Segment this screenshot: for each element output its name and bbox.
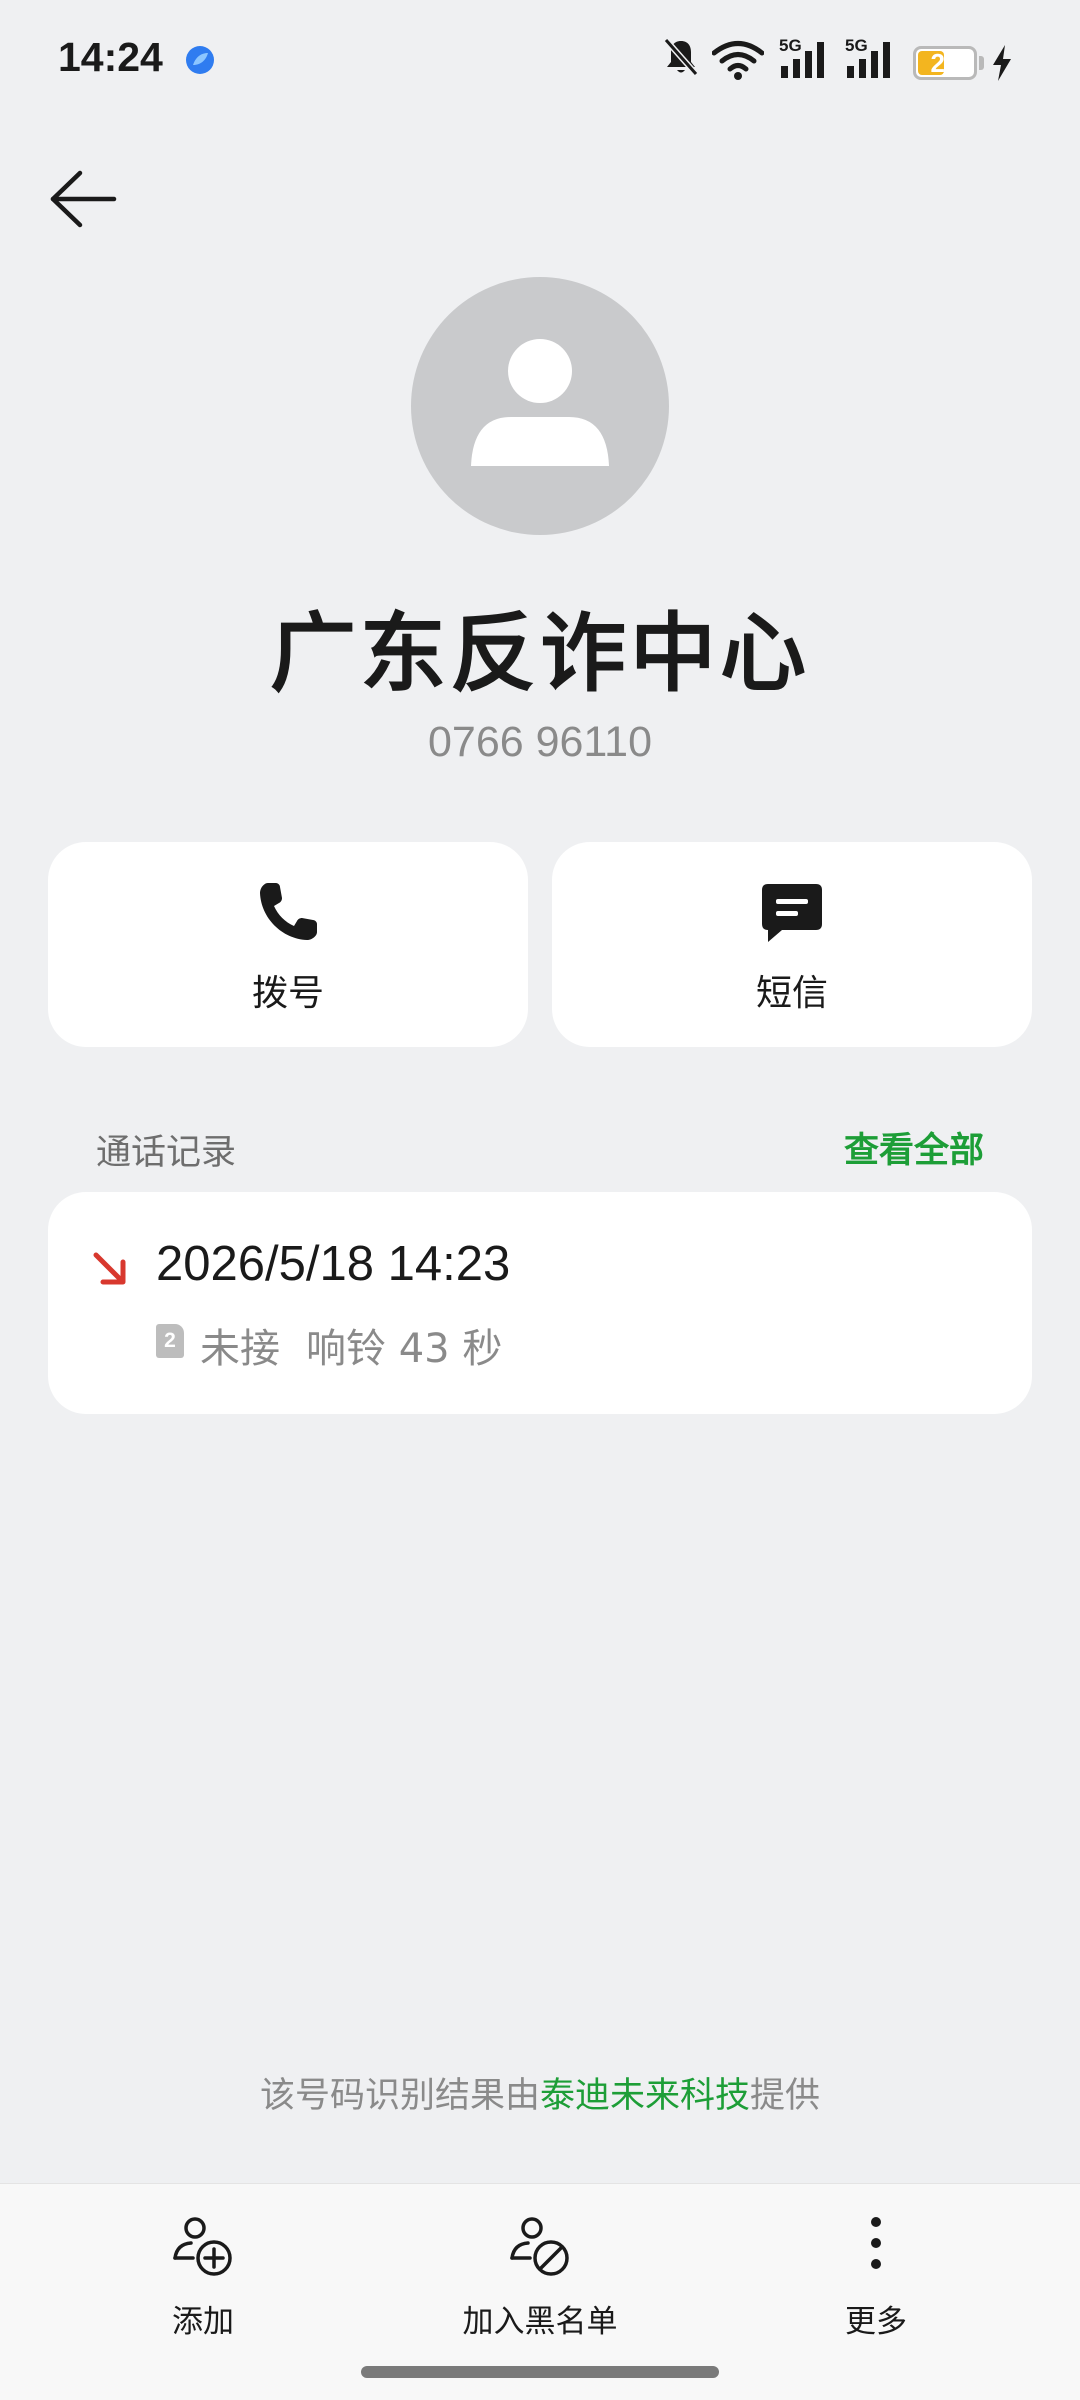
arrow-left-icon xyxy=(50,170,117,228)
sms-button[interactable]: 短信 xyxy=(552,842,1032,1047)
call-record-card[interactable]: 2026/5/18 14:23 2 未接 响铃 43 秒 xyxy=(48,1192,1032,1414)
signal-5g-icon xyxy=(847,42,890,78)
sim-card-icon: 2 xyxy=(156,1324,184,1358)
signal-5g-icon xyxy=(781,42,824,78)
mute-bell-icon xyxy=(663,38,699,76)
call-ring-duration: 响铃 43 秒 xyxy=(306,1326,503,1372)
battery-level: 23 xyxy=(930,48,960,78)
call-datetime: 2026/5/18 14:23 xyxy=(156,1237,511,1291)
contact-name: 广东反诈中心 xyxy=(270,604,810,704)
add-to-blacklist-label: 加入黑名单 xyxy=(462,2304,618,2340)
missed-call-icon xyxy=(93,1252,126,1285)
view-all-link[interactable]: 查看全部 xyxy=(844,1122,984,1173)
dial-button[interactable]: 拨号 xyxy=(48,842,528,1047)
call-detail-screen: 14:24 5G 5G 23 广东反诈中心 0766 96110 拨号 短信 通… xyxy=(0,0,1080,2400)
contact-avatar xyxy=(411,277,669,535)
battery-cap xyxy=(979,56,984,70)
app-notification-icon xyxy=(186,46,214,74)
home-indicator[interactable] xyxy=(361,2366,719,2378)
dial-label: 拨号 xyxy=(251,973,324,1014)
call-log-title: 通话记录 xyxy=(96,1133,237,1173)
attribution-suffix: 提供 xyxy=(750,2076,821,2116)
call-status: 未接 xyxy=(200,1326,280,1372)
more-button[interactable]: 更多 xyxy=(844,2214,908,2344)
sms-label: 短信 xyxy=(755,973,828,1014)
status-bar: 14:24 5G 5G 23 xyxy=(0,0,1080,120)
number-recognition-attribution: 该号码识别结果由泰迪未来科技提供 xyxy=(0,2067,1080,2118)
battery-icon: 23 xyxy=(913,46,977,80)
add-contact-button[interactable]: 添加 xyxy=(171,2214,235,2344)
person-icon xyxy=(471,339,609,466)
back-button[interactable] xyxy=(40,160,130,238)
more-vertical-icon xyxy=(871,2217,881,2269)
attribution-prefix: 该号码识别结果由 xyxy=(259,2076,540,2116)
more-label: 更多 xyxy=(845,2304,907,2340)
message-icon xyxy=(762,884,822,942)
contact-number: 0766 96110 xyxy=(428,718,652,766)
charging-icon xyxy=(993,45,1011,81)
block-contact-icon xyxy=(510,2217,569,2276)
add-to-blacklist-button[interactable]: 加入黑名单 xyxy=(463,2214,618,2344)
wifi-icon xyxy=(712,41,764,80)
status-time: 14:24 xyxy=(58,34,163,80)
add-contact-label: 添加 xyxy=(172,2304,234,2340)
attribution-brand-link[interactable]: 泰迪未来科技 xyxy=(540,2076,750,2116)
phone-icon xyxy=(260,883,317,940)
add-contact-icon xyxy=(173,2217,232,2276)
